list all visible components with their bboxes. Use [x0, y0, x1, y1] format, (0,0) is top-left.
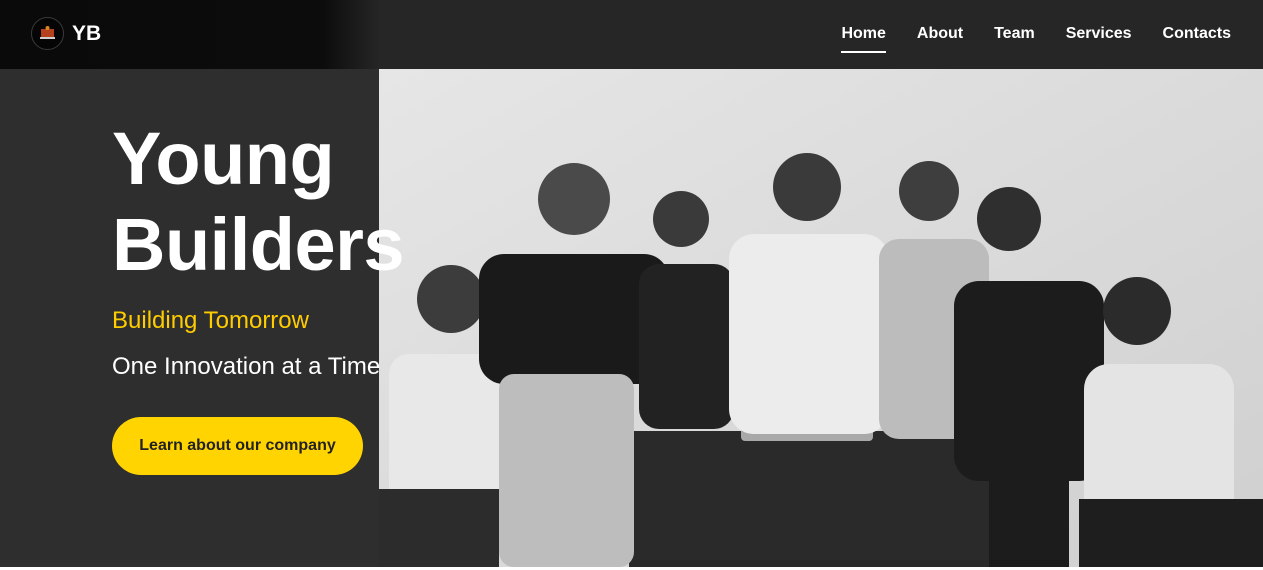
nav-link-about[interactable]: About: [917, 23, 963, 47]
team-photo: [379, 69, 1263, 567]
hero-title-line-1: Young: [112, 117, 335, 200]
nav-link-team[interactable]: Team: [994, 23, 1035, 47]
brand-name[interactable]: YB: [72, 21, 101, 47]
nav-link-contacts[interactable]: Contacts: [1163, 23, 1231, 47]
hero-section: YB Home About Team Services Contacts You…: [0, 0, 1263, 567]
hero-subtitle: Building Tomorrow: [112, 307, 309, 334]
hero-title: Young Builders: [112, 116, 405, 288]
navbar: YB Home About Team Services Contacts: [0, 0, 1263, 69]
nav-link-home[interactable]: Home: [841, 23, 887, 53]
learn-about-company-button[interactable]: Learn about our company: [112, 417, 363, 475]
nav-link-services[interactable]: Services: [1066, 23, 1132, 47]
logo-icon[interactable]: [31, 17, 64, 50]
main-nav: Home About Team Services Contacts: [841, 0, 1231, 69]
hero-tagline: One Innovation at a Time: [112, 353, 381, 380]
hero-title-line-2: Builders: [112, 203, 405, 286]
